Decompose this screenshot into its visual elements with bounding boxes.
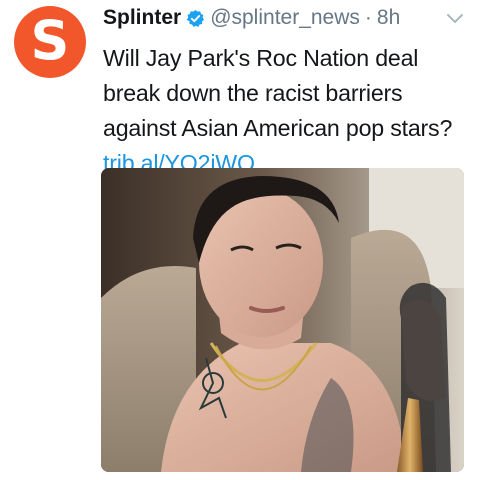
account-handle[interactable]: @splinter_news bbox=[210, 6, 360, 30]
tweet-timestamp[interactable]: 8h bbox=[377, 6, 400, 30]
display-name[interactable]: Splinter bbox=[103, 6, 181, 30]
tweet-text: Will Jay Park's Roc Nation deal break do… bbox=[103, 41, 473, 181]
avatar-letter: S bbox=[30, 9, 70, 72]
tweet-header: Splinter @splinter_news · 8h bbox=[103, 3, 400, 33]
tweet-body: Will Jay Park's Roc Nation deal break do… bbox=[103, 45, 453, 141]
tweet-card: S Splinter @splinter_news · 8h Will Jay … bbox=[0, 0, 480, 480]
chevron-down-icon[interactable] bbox=[446, 12, 464, 26]
verified-badge-icon bbox=[186, 9, 205, 28]
tweet-photo[interactable] bbox=[101, 168, 464, 472]
avatar[interactable]: S bbox=[14, 6, 86, 78]
photo-illustration bbox=[101, 168, 464, 472]
header-separator: · bbox=[364, 6, 372, 29]
